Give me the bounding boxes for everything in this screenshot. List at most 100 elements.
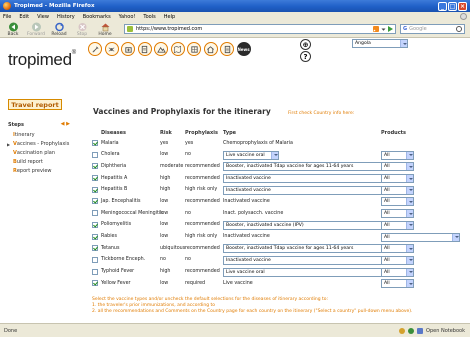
vaccine-type-select[interactable]: Live vaccine oral [223,150,279,160]
status-text: Done [4,327,18,334]
tropimed-logo[interactable]: tropimed® [8,50,76,70]
forward-arrow-icon [31,22,41,32]
step-vaccines-prophylaxis[interactable]: Vaccines - Prophylaxis [7,140,78,149]
product-select[interactable]: All [381,244,414,254]
go-icon[interactable] [388,26,393,32]
product-select[interactable]: All [381,232,460,242]
diseases-icon[interactable] [187,42,201,56]
disease-checkbox[interactable] [92,151,98,158]
menu-edit[interactable]: Edit [19,14,29,20]
minimize-button[interactable]: _ [438,1,447,11]
menu-help[interactable]: Help [164,14,175,20]
menu-history[interactable]: History [57,14,75,20]
menu-yahoo[interactable]: Yahoo! [119,14,136,20]
disease-checkbox[interactable] [92,256,98,263]
risk-value: low [160,234,169,239]
table-row: Malaria yes yes Chemoprophylaxis of Malaria [92,138,462,150]
disease-checkbox[interactable] [92,210,98,217]
steps-header: Steps ◀ ▶ [8,121,70,128]
product-select[interactable]: All [381,197,414,207]
vaccine-type-select[interactable]: Booster, inactivated Tdap vaccine for ag… [223,244,391,254]
disease-name: Yellow Fever [101,280,131,286]
chevron-down-icon [406,221,413,229]
steps-nav-arrows-icon[interactable]: ◀ ▶ [61,121,70,127]
checklist-icon[interactable] [220,42,234,56]
search-box[interactable]: G Google [400,24,465,34]
vaccine-type-select[interactable]: Inactivated vaccine [223,255,391,265]
step-vaccination-plan[interactable]: Vaccination plan [8,149,78,158]
disease-checkbox[interactable] [92,140,98,146]
help-icon[interactable]: ? [300,51,311,62]
vaccine-type-select[interactable]: Booster, inactivated vaccine (IPV) [223,220,391,230]
disease-checkbox[interactable] [92,163,98,170]
vaccine-type-select[interactable]: Live vaccine oral [223,267,391,277]
link-icon[interactable]: ⊕ [300,39,311,50]
product-select[interactable]: All [381,209,414,219]
open-notebook-link[interactable]: Open Notebook [426,328,465,334]
menu-tools[interactable]: Tools [143,14,155,20]
product-select[interactable]: All [381,174,414,184]
mountain-icon[interactable] [154,42,168,56]
disease-checkbox[interactable] [92,221,98,228]
chevron-down-icon [406,256,413,264]
documents-icon[interactable] [137,42,152,56]
table-row: Hepatitis A high recommended Inactivated va… [92,173,462,185]
reload-button[interactable]: Reload [48,22,70,37]
product-select[interactable]: All [381,267,414,277]
disease-name: Tetanus [101,245,120,251]
search-icon[interactable] [456,26,462,32]
vaccine-type-select[interactable]: Inactivated vaccine [223,185,391,195]
vaccine-type-select[interactable]: Inactivated vaccine [223,174,391,184]
forward-button[interactable]: Forward [25,22,47,37]
step-report-preview[interactable]: Report preview [8,167,78,176]
vaccine-type-text: Inactivated vaccine [223,234,270,239]
onenote-icon[interactable] [417,327,424,334]
disease-checkbox[interactable] [92,245,98,252]
home-button[interactable]: Home [94,22,116,37]
url-bar[interactable]: https://www.tropimed.com [124,24,396,34]
chevron-down-icon [406,280,413,288]
disease-name: Hepatitis A [101,175,128,181]
malaria-icon[interactable] [104,42,119,56]
disease-name: Diphtheria [101,163,127,169]
disease-checkbox[interactable] [92,233,98,240]
disease-name: Jap. Encephalitis [101,198,141,204]
menu-file[interactable]: File [3,14,11,20]
product-select[interactable]: All [381,185,414,195]
medical-icon[interactable] [121,42,135,56]
step-build-report[interactable]: Build report [8,158,78,167]
disease-checkbox[interactable] [92,268,98,275]
product-select[interactable]: All [381,150,414,160]
country-select[interactable]: Angola [352,39,408,48]
risk-value: ubiquitous [160,245,186,251]
map-icon[interactable] [170,42,185,56]
menu-view[interactable]: View [37,14,49,20]
stop-button[interactable]: Stop [71,22,93,37]
product-select[interactable]: All [381,279,414,289]
home-icon[interactable] [203,42,218,56]
dropdown-arrow-icon[interactable] [381,27,386,32]
rss-icon[interactable] [373,26,379,32]
extension-icon[interactable] [399,327,406,334]
maximize-button[interactable]: □ [448,1,457,11]
disease-checkbox[interactable] [92,175,98,182]
product-select[interactable]: All [381,255,414,265]
vaccine-type-select[interactable]: Booster, inactivated Tdap vaccine for ag… [223,162,391,172]
col-diseases: Diseases [101,130,126,136]
back-button[interactable]: Back [2,22,24,37]
disease-checkbox[interactable] [92,198,98,205]
risk-value: high [160,175,171,181]
product-select[interactable]: All [381,162,414,172]
security-icon[interactable] [408,327,415,334]
product-select[interactable]: All [381,220,414,230]
step-itinerary[interactable]: Itinerary [8,131,78,140]
menu-bookmarks[interactable]: Bookmarks [83,14,111,20]
disease-checkbox[interactable] [92,280,98,287]
news-icon[interactable]: News [236,42,251,56]
vaccines-icon[interactable] [88,42,102,56]
close-button[interactable]: × [458,1,467,11]
risk-value: yes [160,140,169,146]
disease-checkbox[interactable] [92,186,98,193]
home-label: Home [98,32,112,37]
travel-report-button[interactable]: Travel report [8,99,62,110]
